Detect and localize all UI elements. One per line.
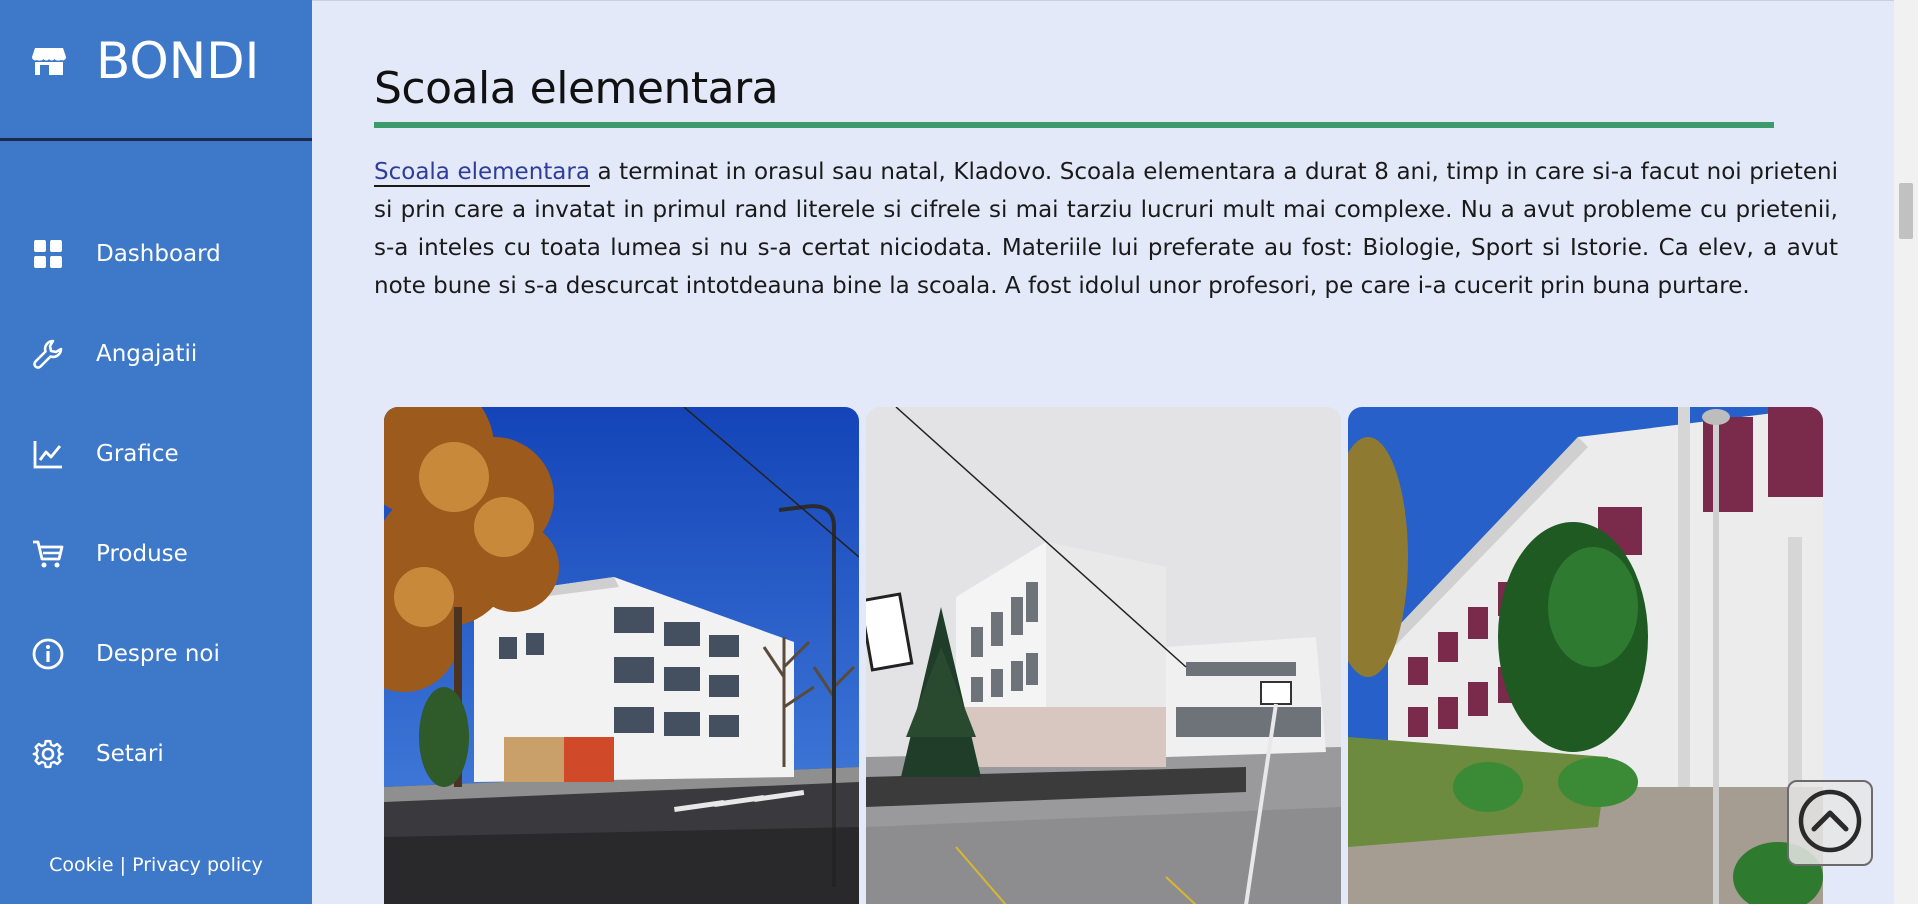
photo-gallery (384, 407, 1823, 904)
sidebar-item-label: Setari (96, 741, 164, 767)
sidebar-item-setari[interactable]: Setari (0, 704, 312, 804)
wrench-icon (32, 338, 64, 370)
sidebar-item-label: Despre noi (96, 641, 220, 667)
scrollbar-thumb[interactable] (1899, 183, 1913, 239)
info-circle-icon (32, 638, 64, 670)
brand[interactable]: BONDI (0, 0, 312, 141)
school-photo-1 (384, 407, 859, 904)
shopping-cart-icon (32, 538, 64, 570)
line-chart-icon (32, 438, 64, 470)
section-paragraph: Scoala elementara a terminat in orasul s… (374, 153, 1838, 305)
footer-separator: | (113, 854, 133, 876)
title-underline (374, 122, 1774, 128)
sidebar-item-dashboard[interactable]: Dashboard (0, 204, 312, 304)
sidebar: BONDI Dashboard Angajatii Grafice Produs… (0, 0, 312, 904)
sidebar-item-label: Produse (96, 541, 188, 567)
sidebar-item-label: Angajatii (96, 341, 198, 367)
sidebar-item-label: Dashboard (96, 241, 221, 267)
main-content: Scoala elementara Scoala elementara a te… (312, 0, 1894, 904)
footer-links: Cookie | Privacy policy (0, 854, 312, 876)
school-photo-2 (866, 407, 1341, 904)
cookie-link[interactable]: Cookie (49, 854, 114, 876)
privacy-policy-link[interactable]: Privacy policy (132, 854, 263, 876)
store-icon (32, 46, 66, 76)
gear-icon (32, 738, 64, 770)
scoala-elementara-link[interactable]: Scoala elementara (374, 159, 590, 187)
paragraph-text: a terminat in orasul sau natal, Kladovo.… (374, 159, 1838, 299)
sidebar-item-label: Grafice (96, 441, 179, 467)
brand-name: BONDI (96, 32, 260, 90)
sidebar-item-produse[interactable]: Produse (0, 504, 312, 604)
back-to-top-button[interactable] (1787, 780, 1873, 866)
sidebar-nav: Dashboard Angajatii Grafice Produse Desp… (0, 204, 312, 804)
sidebar-item-grafice[interactable]: Grafice (0, 404, 312, 504)
sidebar-item-despre-noi[interactable]: Despre noi (0, 604, 312, 704)
sidebar-item-angajatii[interactable]: Angajatii (0, 304, 312, 404)
chevron-up-circle-icon (1797, 788, 1863, 858)
page-scrollbar[interactable] (1894, 0, 1918, 904)
school-photo-3 (1348, 407, 1823, 904)
section-title: Scoala elementara (374, 63, 779, 114)
dashboard-grid-icon (32, 238, 64, 270)
